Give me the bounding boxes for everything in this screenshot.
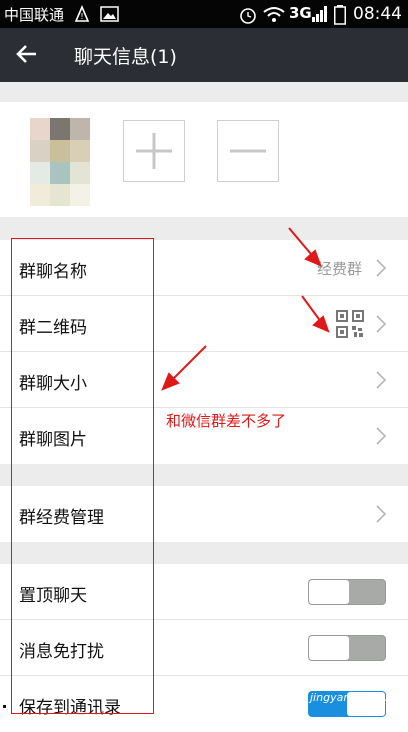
wifi-icon (263, 7, 285, 22)
watermark: jingyan.baidu.com (310, 691, 408, 717)
group-image-label: 群聊图片 (19, 430, 87, 450)
signal-icon (312, 6, 327, 22)
pin-chat-row: 置顶聊天 (0, 564, 408, 620)
group-name-value: 经费群 (316, 260, 362, 278)
watermark-text: jingyan.baidu.com (310, 691, 408, 704)
pin-chat-label: 置顶聊天 (19, 586, 87, 606)
minus-icon (230, 149, 266, 153)
annotation-text: 和微信群差不多了 (166, 412, 287, 430)
group-size-row[interactable]: 群聊大小 (0, 352, 408, 408)
add-member-button[interactable] (123, 120, 185, 182)
gallery-icon (100, 6, 119, 22)
chevron-right-icon (376, 259, 386, 277)
chevron-right-icon (376, 315, 386, 333)
group-size-label: 群聊大小 (19, 374, 87, 394)
toggle-knob (309, 636, 349, 660)
chevron-right-icon (376, 371, 386, 389)
svg-text:!: ! (80, 12, 83, 21)
save-contacts-label: 保存到通讯录 (19, 698, 121, 718)
group-name-label: 群聊名称 (19, 262, 87, 282)
group-fund-section: 群经费管理 (0, 486, 408, 542)
mute-toggle[interactable] (308, 635, 386, 661)
plus-icon (136, 133, 172, 169)
group-fund-row[interactable]: 群经费管理 (0, 486, 408, 542)
clock: 08:44 (353, 4, 402, 24)
group-qrcode-label: 群二维码 (19, 318, 87, 338)
status-bar: 中国联通 ! 3G 08:44 (0, 0, 408, 28)
alarm-icon (240, 8, 256, 24)
mute-label: 消息免打扰 (19, 642, 104, 662)
stray-dot (3, 705, 6, 708)
toggle-knob (309, 580, 349, 604)
remove-member-button[interactable] (217, 120, 279, 182)
mute-row: 消息免打扰 (0, 620, 408, 676)
battery-icon (334, 5, 346, 25)
qr-code-icon (336, 310, 364, 338)
pin-chat-toggle[interactable] (308, 579, 386, 605)
group-name-row[interactable]: 群聊名称 经费群 (0, 240, 408, 296)
member-grid (0, 102, 408, 217)
carrier-label: 中国联通 (4, 6, 65, 24)
network-type: 3G (289, 4, 312, 22)
back-arrow-icon[interactable] (14, 41, 40, 67)
group-fund-label: 群经费管理 (19, 508, 104, 528)
group-qrcode-row[interactable]: 群二维码 (0, 296, 408, 352)
chevron-right-icon (376, 505, 386, 523)
title-bar: 聊天信息(1) (0, 28, 408, 82)
no-sim-icon: ! (74, 5, 90, 22)
page-title: 聊天信息(1) (74, 46, 177, 68)
chevron-right-icon (376, 427, 386, 445)
member-avatar[interactable] (30, 118, 90, 206)
